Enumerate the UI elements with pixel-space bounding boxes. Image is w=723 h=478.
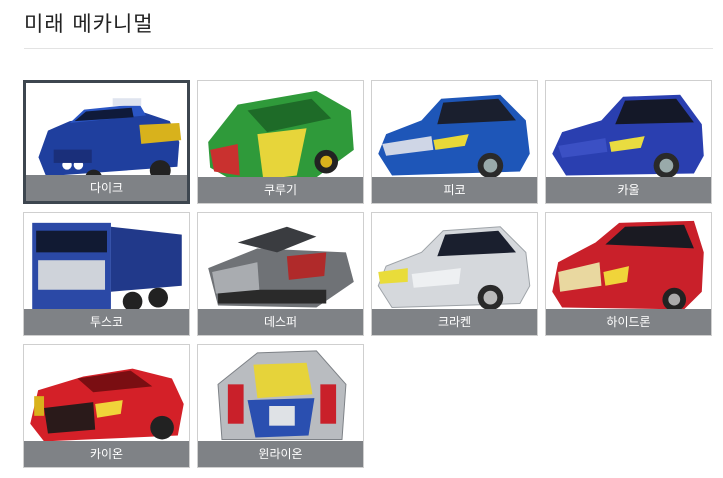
vehicle-grid: 다이크 쿠루기 피코 카울 투스코 데스퍼 크라켄 하이드론 카이온 윈라이온	[23, 80, 723, 478]
vehicle-card-kurugi[interactable]: 쿠루기	[197, 80, 364, 204]
vehicle-card-pico[interactable]: 피코	[371, 80, 538, 204]
vehicle-card-kraken[interactable]: 크라켄	[371, 212, 538, 336]
vehicle-card-kaul[interactable]: 카울	[545, 80, 712, 204]
vehicle-label: 윈라이온	[198, 441, 363, 467]
vehicle-label: 쿠루기	[198, 177, 363, 203]
vehicle-label: 데스퍼	[198, 309, 363, 335]
vehicle-label: 카이온	[24, 441, 189, 467]
vehicle-label: 피코	[372, 177, 537, 203]
vehicle-label: 다이크	[26, 175, 187, 201]
vehicle-label: 하이드론	[546, 309, 711, 335]
vehicle-label: 카울	[546, 177, 711, 203]
title-divider	[24, 48, 713, 49]
vehicle-label: 크라켄	[372, 309, 537, 335]
vehicle-label: 투스코	[24, 309, 189, 335]
page-title: 미래 메카니멀	[24, 12, 154, 36]
vehicle-card-tusko[interactable]: 투스코	[23, 212, 190, 336]
vehicle-card-desper[interactable]: 데스퍼	[197, 212, 364, 336]
vehicle-card-winlion[interactable]: 윈라이온	[197, 344, 364, 468]
vehicle-card-hydron[interactable]: 하이드론	[545, 212, 712, 336]
vehicle-card-kaion[interactable]: 카이온	[23, 344, 190, 468]
vehicle-card-daik[interactable]: 다이크	[23, 80, 190, 204]
